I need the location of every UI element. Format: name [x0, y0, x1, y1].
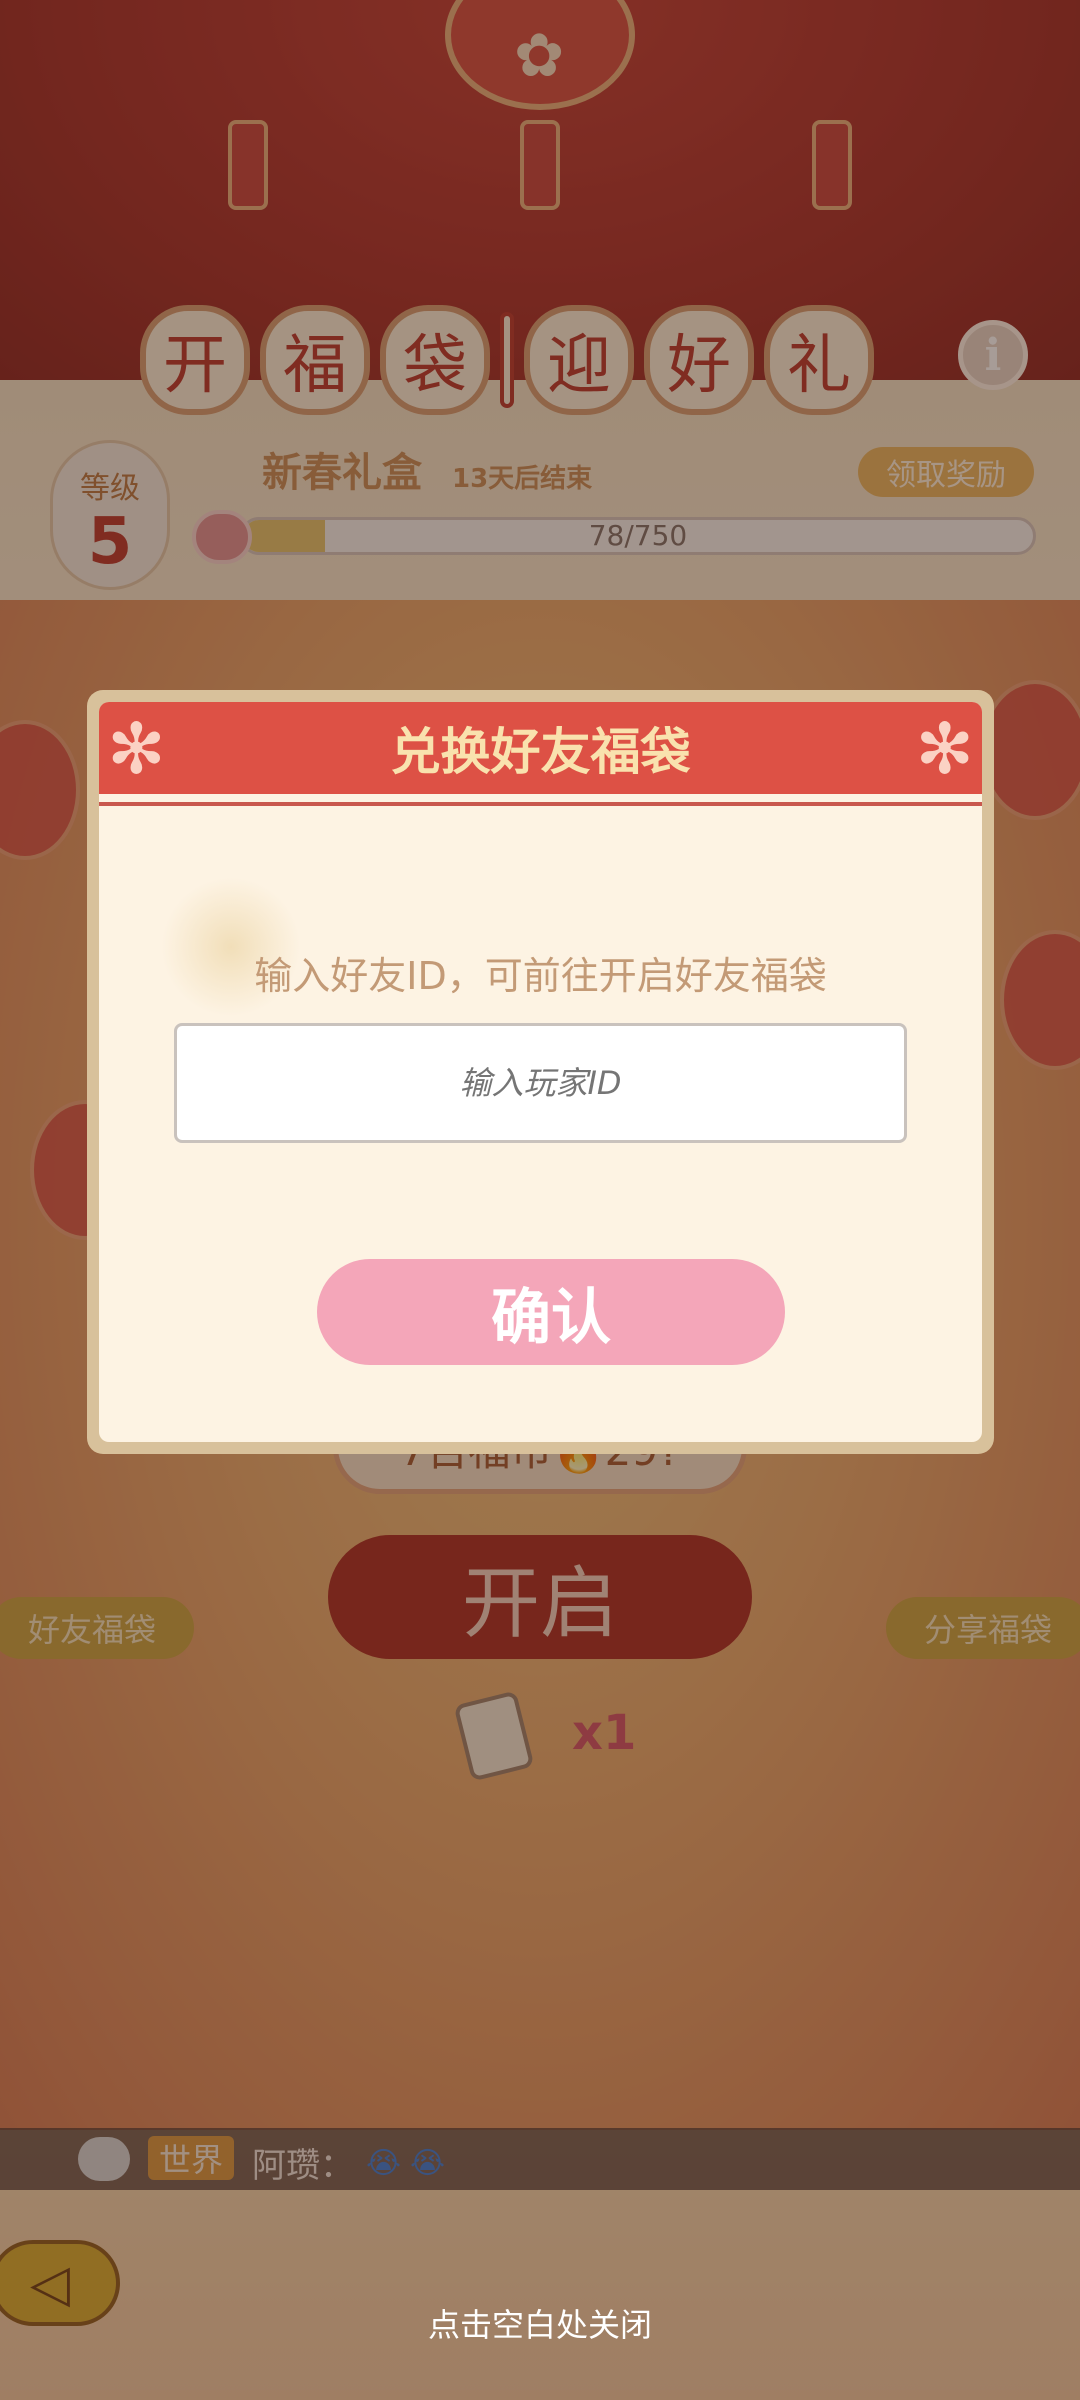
close-hint: 点击空白处关闭 — [427, 2306, 652, 2344]
modal-body: ✻ 兑换好友福袋 ✻ 输入好友ID，可前往开启好友福袋 确认 — [99, 702, 982, 1442]
confirm-button[interactable]: 确认 — [317, 1259, 785, 1365]
flower-icon: ✻ — [915, 708, 974, 790]
redeem-modal: ✻ 兑换好友福袋 ✻ 输入好友ID，可前往开启好友福袋 确认 — [87, 690, 994, 1454]
modal-description: 输入好友ID，可前往开启好友福袋 — [254, 954, 827, 998]
modal-title: 兑换好友福袋 — [390, 723, 691, 781]
player-id-input[interactable] — [174, 1023, 907, 1143]
flower-icon: ✻ — [107, 708, 166, 790]
modal-header: ✻ 兑换好友福袋 ✻ — [99, 702, 982, 806]
